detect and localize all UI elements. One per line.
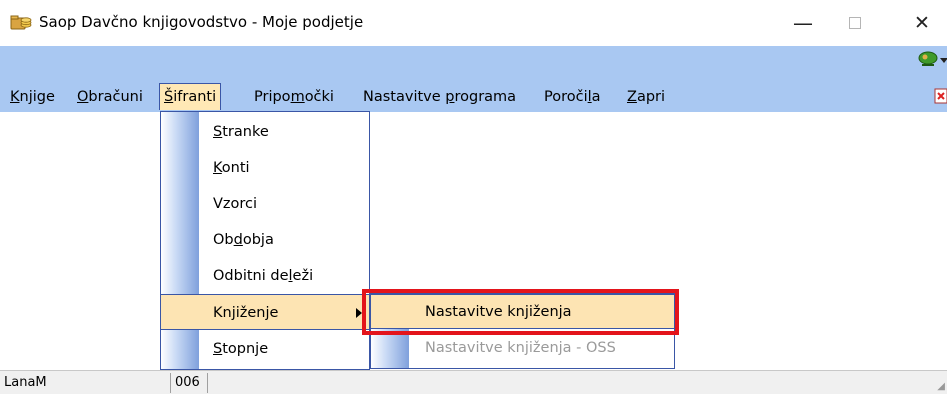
menu-item-knjizenje[interactable]: Knjiženje (161, 294, 369, 330)
menu-obracuni[interactable]: Obračuni (73, 86, 147, 108)
menu-sifranti[interactable]: Šifranti (159, 83, 222, 110)
menu-item-nastavitve-knjizenja-oss: Nastavitve knjiženja - OSS (425, 340, 616, 356)
maximize-icon (849, 17, 861, 29)
menu-item-vzorci[interactable]: Vzorci (161, 186, 369, 222)
minimize-button[interactable]: — (775, 0, 831, 46)
menu-item-stopnje[interactable]: Stopnje (161, 331, 369, 367)
menu-nastavitve-programa[interactable]: Nastavitve programa (359, 86, 520, 108)
knjizenje-submenu: Nastavitve knjiženja Nastavitve knjiženj… (370, 293, 675, 369)
window-title: Saop Davčno knjigovodstvo - Moje podjetj… (39, 13, 364, 31)
coins-folder-icon (10, 12, 32, 30)
exit-icon[interactable] (934, 87, 947, 105)
menu-item-nastavitve-knjizenja[interactable]: Nastavitve knjiženja (371, 294, 674, 329)
resize-grip-icon[interactable]: ◢ (937, 381, 945, 392)
status-user: LanaM (4, 375, 47, 390)
tree-person-icon[interactable] (918, 50, 940, 68)
title-bar: Saop Davčno knjigovodstvo - Moje podjetj… (0, 0, 947, 46)
close-icon: ✕ (914, 12, 930, 34)
submenu-arrow-icon (356, 308, 362, 318)
status-code: 006 (170, 373, 208, 393)
toolbar (0, 46, 947, 82)
maximize-button[interactable] (827, 0, 883, 46)
toolbar-dropdown-caret-icon[interactable] (940, 58, 947, 63)
menu-bar: Knjige Obračuni Šifranti Pripomočki Nast… (0, 82, 947, 112)
menu-porocila[interactable]: Poročila (540, 86, 605, 108)
menu-item-konti[interactable]: Konti (161, 150, 369, 186)
menu-item-stranke[interactable]: Stranke (161, 114, 369, 150)
status-bar: LanaM 006 ◢ (0, 370, 947, 394)
menu-knjige[interactable]: Knjige (6, 86, 59, 108)
menu-item-obdobja[interactable]: Obdobja (161, 222, 369, 258)
sifranti-dropdown: Stranke Konti Vzorci Obdobja Odbitni del… (160, 111, 370, 370)
close-button[interactable]: ✕ (894, 0, 947, 46)
minimize-icon: — (793, 11, 813, 35)
menu-zapri[interactable]: Zapri (623, 86, 669, 108)
menu-item-odbitni-delezi[interactable]: Odbitni deleži (161, 258, 369, 294)
menu-pripomocki[interactable]: Pripomočki (250, 86, 338, 108)
